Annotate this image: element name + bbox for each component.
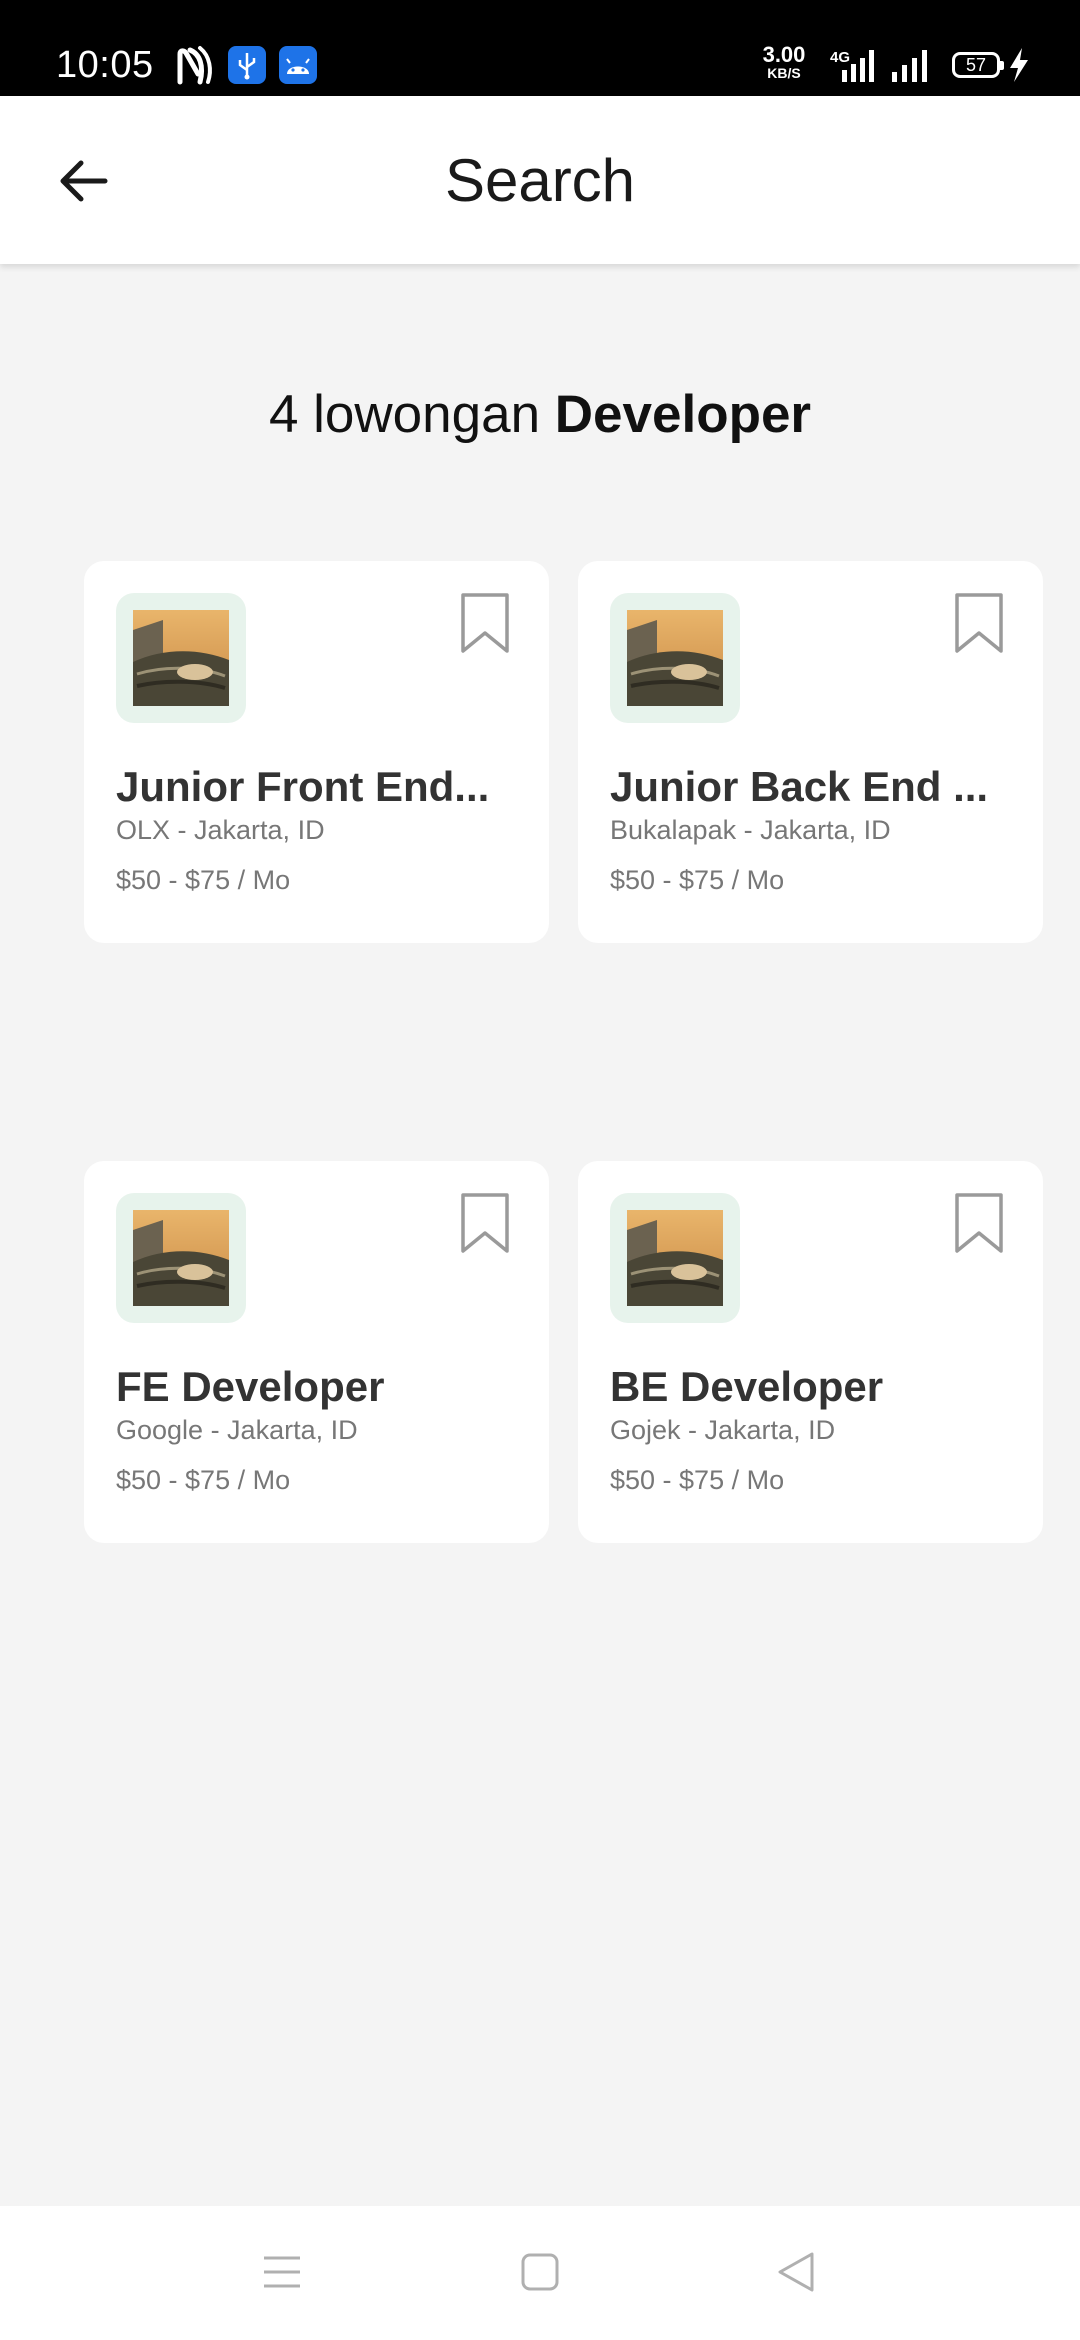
results-keyword: Developer — [554, 385, 812, 444]
job-salary: $50 - $75 / Mo — [116, 1465, 291, 1495]
job-title: BE Developer — [610, 1363, 884, 1410]
results-count: 4 lowongan — [268, 385, 555, 444]
network-type-label: 4G — [830, 49, 850, 66]
job-company: OLX - Jakarta, ID — [116, 815, 325, 845]
job-title: FE Developer — [116, 1363, 385, 1410]
system-nav-bar — [0, 2206, 1080, 2340]
nav-home-button[interactable] — [510, 2242, 570, 2302]
status-time: 10:05 — [56, 44, 154, 86]
job-salary: $50 - $75 / Mo — [610, 1465, 785, 1495]
company-logo — [610, 1193, 740, 1323]
job-salary: $50 - $75 / Mo — [610, 865, 785, 895]
signal-icon: 4G — [820, 48, 882, 87]
status-bar: 10:05 3.00 KB/S 4G 57 — [0, 0, 1080, 96]
charging-icon — [1008, 48, 1030, 87]
signal-icon — [890, 48, 934, 87]
android-icon — [279, 46, 317, 89]
job-title: Junior Front End... — [116, 763, 490, 810]
bookmark-icon[interactable] — [953, 1191, 1005, 1255]
app-bar: Search — [0, 96, 1080, 264]
home-icon — [521, 2253, 559, 2291]
job-company: Google - Jakarta, ID — [116, 1415, 358, 1445]
back-icon — [778, 2252, 814, 2292]
nav-menu-button[interactable] — [252, 2242, 312, 2302]
page-title: Search — [444, 147, 636, 214]
company-logo — [610, 593, 740, 723]
menu-icon — [264, 2256, 300, 2288]
company-logo — [116, 1193, 246, 1323]
network-speed: 3.00 KB/S — [757, 42, 811, 81]
bookmark-icon[interactable] — [953, 591, 1005, 655]
job-company: Gojek - Jakarta, ID — [610, 1415, 836, 1445]
battery-icon: 57 — [952, 52, 1004, 78]
job-card[interactable]: Junior Front End... OLX - Jakarta, ID $5… — [84, 561, 549, 943]
job-card[interactable]: Junior Back End ... Bukalapak - Jakarta,… — [578, 561, 1043, 943]
nav-back-button[interactable] — [766, 2242, 826, 2302]
bookmark-icon[interactable] — [459, 1191, 511, 1255]
bookmark-icon[interactable] — [459, 591, 511, 655]
job-salary: $50 - $75 / Mo — [116, 865, 291, 895]
usb-icon — [228, 46, 266, 89]
speed-value: 3.00 — [762, 42, 806, 67]
job-card[interactable]: FE Developer Google - Jakarta, ID $50 - … — [84, 1161, 549, 1543]
company-logo — [116, 593, 246, 723]
job-title: Junior Back End ... — [610, 763, 989, 810]
job-card[interactable]: BE Developer Gojek - Jakarta, ID $50 - $… — [578, 1161, 1043, 1543]
nfc-icon — [174, 44, 214, 93]
speed-unit: KB/S — [767, 65, 801, 81]
job-company: Bukalapak - Jakarta, ID — [610, 815, 891, 845]
results-heading: 4 lowongan Developer — [0, 384, 1080, 445]
